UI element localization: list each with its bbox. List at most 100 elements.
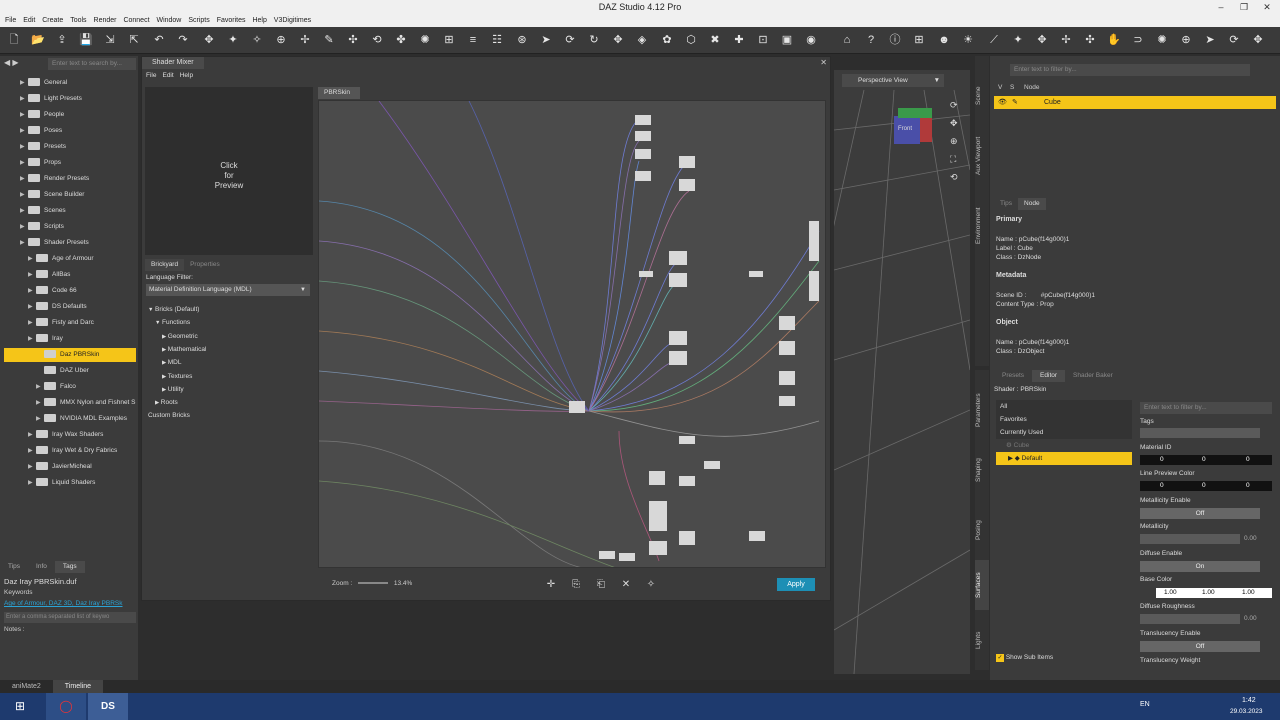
restore-button[interactable]: ❐ [1233,0,1255,14]
tab-timeline[interactable]: Timeline [52,680,103,693]
lights-icon[interactable]: ☀ [959,31,977,49]
expand-arrow-icon[interactable]: ▶ [28,460,36,474]
bone-icon[interactable]: ⟋ [985,31,1003,49]
tab-scene[interactable]: Scene [975,76,989,116]
tab-surfaces[interactable]: Surfaces [975,560,989,610]
pan-icon[interactable]: ✥ [609,31,627,49]
tags-field[interactable] [1140,428,1260,438]
sculpt-tool-icon[interactable]: ✣ [344,31,362,49]
menu-file[interactable]: File [5,15,16,27]
surface-filter-input[interactable]: Enter text to filter by... [1140,402,1272,414]
expand-arrow-icon[interactable]: ▶ [20,124,28,138]
node-tool-icon[interactable]: ✥ [200,31,218,49]
camera-tool-icon[interactable]: ⊕ [272,31,290,49]
close-button[interactable]: ✕ [1256,0,1278,14]
add-node-icon[interactable]: ✛ [544,578,558,592]
keywords-links[interactable]: Age of Armour, DAZ 3D, Daz Iray PBRSk [4,600,136,607]
paste-icon[interactable]: ⎗ [594,578,608,592]
mixer-menu-edit[interactable]: Edit [162,72,173,79]
tab-aux-viewport[interactable]: Aux Viewport [975,126,989,186]
menu-edit[interactable]: Edit [23,15,35,27]
expand-arrow-icon[interactable]: ▼ [148,307,155,313]
group-favorites[interactable]: Favorites [996,413,1132,426]
expand-arrow-icon[interactable]: ▶ [36,396,44,410]
library-item[interactable]: ▶ AllBas [0,268,138,282]
region-nav-icon[interactable]: ⬡ [682,31,700,49]
brick-item[interactable]: ▶ Roots [155,396,178,409]
shape-tool-icon[interactable]: ✢ [296,31,314,49]
library-item[interactable]: ▶ Falco [0,380,138,394]
active-pose-icon[interactable]: ✚ [730,31,748,49]
menu-create[interactable]: Create [42,15,63,27]
move-tool-icon[interactable]: ✤ [392,31,410,49]
expand-arrow-icon[interactable]: ▶ [28,284,36,298]
expand-arrow-icon[interactable]: ▶ [28,252,36,266]
copy-icon[interactable]: ⎘ [569,578,583,592]
tab-shader-baker[interactable]: Shader Baker [1065,370,1121,382]
transform-tool-icon[interactable]: ⟲ [368,31,386,49]
joint-editor-icon[interactable]: ✢ [1057,31,1075,49]
redo-icon[interactable]: ↷ [174,31,192,49]
expand-arrow-icon[interactable]: ▶ [20,172,28,186]
library-item[interactable]: ▶ Age of Armour [0,252,138,266]
scene-icon[interactable]: ⊞ [910,31,928,49]
expand-arrow-icon[interactable]: ▶ [20,140,28,154]
tab-presets[interactable]: Presets [994,370,1032,382]
menu-connect[interactable]: Connect [123,15,149,27]
daz-studio-taskbar-icon[interactable]: DS [88,693,128,720]
library-item[interactable]: ▶ General [0,76,138,90]
zoom-icon[interactable]: ⊕ [950,132,958,150]
surface-selection-icon[interactable]: ✿ [658,31,676,49]
expand-arrow-icon[interactable]: ▶ [20,220,28,234]
surface-tool-icon[interactable]: ◈ [633,31,651,49]
metallicity-enable-toggle[interactable]: Off [1140,508,1260,519]
hand-icon[interactable]: ✋ [1105,31,1123,49]
expand-arrow-icon[interactable]: ▶ [20,108,28,122]
spin-icon[interactable]: ↻ [585,31,603,49]
mixer-close-icon[interactable]: ✕ [820,58,827,67]
figure-icon[interactable]: ☻ [935,31,953,49]
library-item[interactable]: ▶ Scenes [0,204,138,218]
frame-icon[interactable]: ⛶ [950,150,958,168]
expand-arrow-icon[interactable]: ▶ [20,204,28,218]
pose-tool-icon[interactable]: ✖ [706,31,724,49]
language-filter-select[interactable]: Material Definition Language (MDL) ▼ [146,284,310,296]
line-preview-field[interactable]: 0 0 0 [1140,481,1272,491]
diffuse-roughness-value[interactable]: 0.00 [1244,615,1257,622]
scene-node-row[interactable]: 👁 ✎ Cube [994,96,1276,109]
shader-network-canvas[interactable] [318,100,826,568]
orbit-icon[interactable]: ⟳ [561,31,579,49]
translucency-enable-toggle[interactable]: Off [1140,641,1260,652]
show-sub-items-row[interactable]: ✓ Show Sub Items [996,654,1053,662]
library-item[interactable]: ▶ Iray [0,332,138,346]
universal-tool-icon[interactable]: ⊛ [513,31,531,49]
tab-brickyard[interactable]: Brickyard [145,259,185,271]
tab-lights[interactable]: Lights [975,620,989,660]
expand-arrow-icon[interactable]: ▶ [20,92,28,106]
expand-arrow-icon[interactable]: ▼ [155,320,162,326]
render-settings-icon[interactable]: ▣ [778,31,796,49]
tab-environment[interactable]: Environment [975,196,989,256]
rotate-view-icon[interactable]: ⟳ [1225,31,1243,49]
brick-item[interactable]: ▼ Functions [155,316,190,329]
expand-arrow-icon[interactable]: ▶ [36,380,44,394]
expand-arrow-icon[interactable]: ▶ [28,332,36,346]
library-item[interactable]: ▶ Liquid Shaders [0,476,138,490]
spot-render-icon[interactable]: ⊡ [754,31,772,49]
viewport-3d[interactable]: Perspective View ▼ Front ⟳ ✥ ⊕ ⛶ ⟲ [834,70,970,674]
library-item[interactable]: ▶ Iray Wax Shaders [0,428,138,442]
tab-animate2[interactable]: aniMate2 [0,680,53,693]
metallicity-value[interactable]: 0.00 [1244,535,1257,542]
save-icon[interactable]: 💾 [77,31,95,49]
brick-item[interactable]: ▶ Utility [162,383,184,396]
pan-view-icon[interactable]: ✥ [1249,31,1267,49]
expand-arrow-icon[interactable]: ▶ [28,268,36,282]
render-icon[interactable]: ◉ [802,31,820,49]
library-item[interactable]: DAZ Uber [0,364,138,378]
menu-tools[interactable]: Tools [70,15,86,27]
tab-tags[interactable]: Tags [54,561,85,573]
expand-arrow-icon[interactable]: ▶ [20,156,28,170]
undo-icon[interactable]: ↶ [150,31,168,49]
tab-tips[interactable]: Tips [0,561,28,573]
tab-info[interactable]: Info [28,561,55,573]
